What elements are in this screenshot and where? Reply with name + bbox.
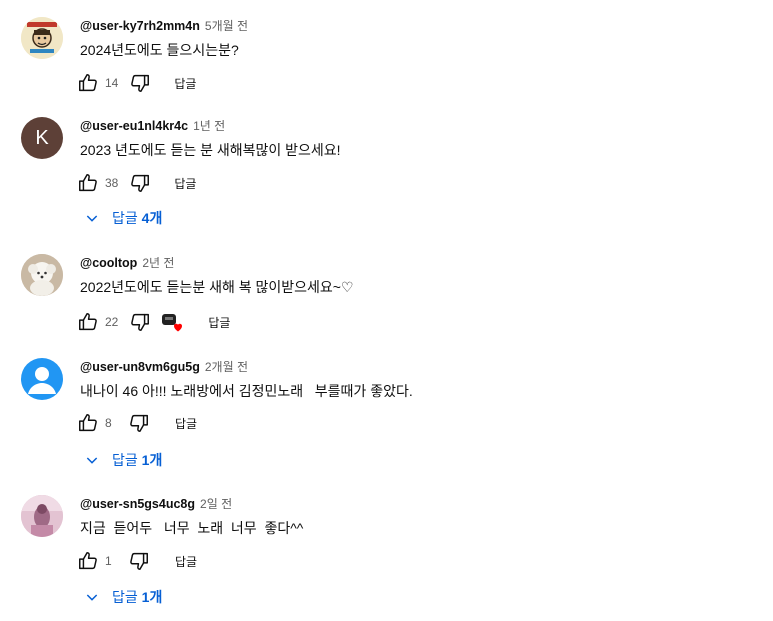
thumbs-down-icon [131,313,150,331]
comment-text: 내나이 46 아!!! 노래방에서 김정민노래 부를때가 좋았다. [80,383,413,399]
replies-count: 1개 [141,452,163,468]
avatar[interactable] [21,358,63,400]
comment-time[interactable]: 2일 전 [200,497,232,511]
comment-time[interactable]: 1년 전 [193,119,225,133]
like-button[interactable] [76,310,100,334]
reply-button[interactable]: 답글 [175,553,197,570]
comment-text: 2022년도에도 듣는분 새해 복 많이받으세요~♡ [80,279,354,295]
comment-text: 2023 년도에도 듣는 분 새해복많이 받으세요! [80,142,341,158]
avatar[interactable] [21,17,63,59]
dislike-button[interactable] [127,411,151,435]
dislike-button[interactable] [128,71,152,95]
creator-heart-badge [162,311,184,333]
replies-count: 1개 [141,589,163,605]
cartoon-poster-avatar [21,17,63,59]
comment-time[interactable]: 2년 전 [142,256,174,270]
avatar[interactable] [21,495,63,537]
pink-photo-avatar [21,495,63,537]
like-button[interactable] [76,171,100,195]
thumbs-up-icon [79,174,97,192]
comment-actions: 14 답글 [76,71,196,95]
comment-actions: 8 답글 [76,411,197,435]
like-button[interactable] [76,71,100,95]
comment-meta: @cooltop 2년 전 [80,254,174,272]
like-count: 22 [105,315,119,329]
thumbs-down-icon [130,414,148,432]
like-button[interactable] [76,549,100,573]
thumbs-down-icon [131,74,150,92]
like-count: 38 [105,176,119,190]
chevron-down-icon [82,450,102,470]
comment-actions: 22 답글 [76,310,230,334]
dislike-button[interactable] [128,171,152,195]
like-button[interactable] [76,411,100,435]
thumbs-up-icon [79,74,97,92]
thumbs-up-icon [79,313,97,331]
comment-time[interactable]: 5개월 전 [205,19,248,33]
comment-meta: @user-eu1nl4kr4c 1년 전 [80,117,225,135]
thumbs-up-icon [79,414,97,432]
like-count: 8 [105,416,112,430]
view-replies-button[interactable]: 답글 4개 [82,206,162,230]
author-name[interactable]: @user-eu1nl4kr4c [80,119,188,133]
comment-time[interactable]: 2개월 전 [205,360,248,374]
dislike-button[interactable] [127,549,151,573]
thumbs-up-icon [79,552,97,570]
heart-icon [174,323,183,332]
comment-text: 2024년도에도 들으시는분? [80,42,239,58]
chevron-down-icon [82,208,102,228]
comment-meta: @user-ky7rh2mm4n 5개월 전 [80,17,248,35]
comment-actions: 1 답글 [76,549,197,573]
thumbs-down-icon [131,174,150,192]
reply-button[interactable]: 답글 [174,75,196,92]
like-count: 1 [105,554,112,568]
comment-meta: @user-un8vm6gu5g 2개월 전 [80,358,248,376]
author-name[interactable]: @user-sn5gs4uc8g [80,497,195,511]
default-user-icon [28,367,56,394]
reply-button[interactable]: 답글 [208,314,230,331]
avatar-letter: K [35,126,49,149]
view-replies-button[interactable]: 답글 1개 [82,448,162,472]
reply-button[interactable]: 답글 [174,175,196,192]
like-count: 14 [105,76,119,90]
replies-label: 답글 [112,589,142,605]
reply-button[interactable]: 답글 [175,415,197,432]
replies-label: 답글 [112,210,142,226]
avatar[interactable]: K [21,117,63,159]
comment-meta: @user-sn5gs4uc8g 2일 전 [80,495,232,513]
thumbs-down-icon [130,552,148,570]
chevron-down-icon [82,587,102,607]
author-name[interactable]: @user-un8vm6gu5g [80,360,200,374]
author-name[interactable]: @user-ky7rh2mm4n [80,19,200,33]
replies-label: 답글 [112,452,142,468]
white-puppy-avatar [21,254,63,296]
comment-text: 지금 듣어두 너무 노래 너무 좋다^^ [80,520,304,536]
comment-actions: 38 답글 [76,171,196,195]
author-name[interactable]: @cooltop [80,256,137,270]
replies-count: 4개 [141,210,163,226]
avatar[interactable] [21,254,63,296]
view-replies-button[interactable]: 답글 1개 [82,585,162,609]
dislike-button[interactable] [128,310,152,334]
